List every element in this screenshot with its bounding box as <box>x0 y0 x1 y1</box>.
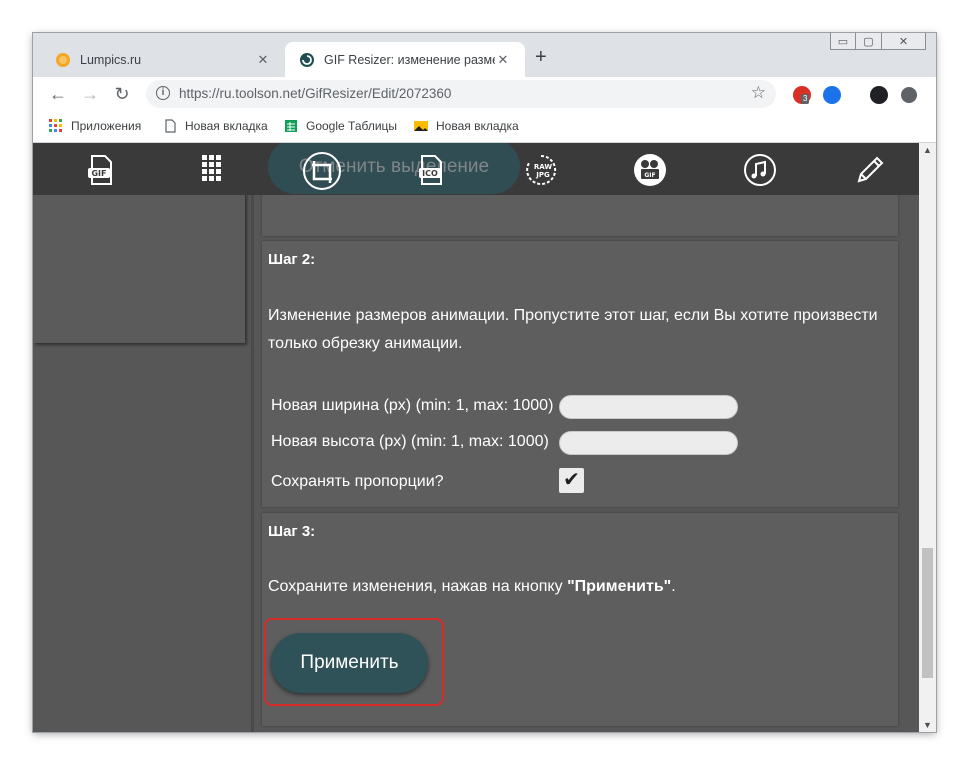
crop-icon[interactable] <box>302 151 342 191</box>
raw-jpg-icon[interactable]: RAWJPG <box>524 153 558 187</box>
frames-grid-icon[interactable] <box>193 153 227 187</box>
scrollbar-thumb[interactable] <box>922 548 933 678</box>
tab-lumpics[interactable]: Lumpics.ru ✕ <box>41 42 285 77</box>
svg-text:GIF: GIF <box>644 172 655 179</box>
bookmark-label: Новая вкладка <box>185 119 268 133</box>
keep-ratio-label: Сохранять пропорции? <box>271 473 444 490</box>
step3-description: Сохраните изменения, нажав на кнопку "Пр… <box>268 578 676 596</box>
video-gif-icon[interactable]: GIF <box>633 153 667 187</box>
avatar[interactable] <box>870 86 888 104</box>
step3-desc-bold: "Применить" <box>567 578 672 595</box>
url-text[interactable]: https://ru.toolson.net/GifResizer/Edit/2… <box>179 86 451 101</box>
image-icon <box>414 121 428 131</box>
browser-toolbar: ← → ↻ i https://ru.toolson.net/GifResize… <box>33 77 936 111</box>
update-arrow-icon[interactable] <box>901 87 917 103</box>
minimize-button[interactable]: ▭ <box>830 33 856 50</box>
step3-section: Шаг 3: Сохраните изменения, нажав на кно… <box>262 513 898 726</box>
sheets-icon <box>285 120 297 132</box>
keep-ratio-checkbox[interactable]: ✔ <box>559 468 584 493</box>
maximize-button[interactable]: ▢ <box>856 33 882 50</box>
tab-close-icon[interactable]: ✕ <box>255 52 271 68</box>
scroll-up-arrow-icon[interactable]: ▲ <box>919 145 936 155</box>
tools-toolbar: Отменить выделение GIF ICO RAW JPG GIF <box>33 143 919 195</box>
info-icon[interactable]: i <box>156 86 170 100</box>
music-icon[interactable] <box>743 153 777 187</box>
width-label: Новая ширина (px) (min: 1, max: 1000) <box>271 397 554 414</box>
apply-button[interactable]: Применить <box>271 633 428 693</box>
step3-heading: Шаг 3: <box>268 523 316 540</box>
height-label: Новая высота (px) (min: 1, max: 1000) <box>271 433 549 450</box>
checkmark-icon: ✔ <box>563 469 580 491</box>
forward-arrow-icon[interactable]: → <box>79 83 101 105</box>
back-arrow-icon[interactable]: ← <box>47 83 69 105</box>
svg-text:GIF: GIF <box>91 169 106 178</box>
gif-icon[interactable]: GIF <box>84 153 118 187</box>
height-input[interactable] <box>559 431 738 455</box>
bookmark-new-tab[interactable]: Новая вкладка <box>163 119 268 133</box>
close-window-button[interactable]: ✕ <box>882 33 926 50</box>
scroll-down-arrow-icon[interactable]: ▼ <box>919 720 936 730</box>
svg-text:RAW: RAW <box>534 163 552 171</box>
reload-icon[interactable]: ↻ <box>111 83 133 105</box>
bookmark-label: Приложения <box>71 119 142 133</box>
tab-strip: Lumpics.ru ✕ GIF Resizer: изменение разм… <box>33 33 936 77</box>
step2-description-line1: Изменение размеров анимации. Пропустите … <box>268 307 878 324</box>
pencil-icon[interactable] <box>853 153 887 187</box>
step3-desc-text: Сохраните изменения, нажав на кнопку <box>268 578 568 595</box>
scrollbar[interactable]: ▲ ▼ <box>919 143 936 732</box>
bookmark-star-icon[interactable]: ☆ <box>751 83 766 103</box>
apps-grid-icon <box>49 119 62 132</box>
divider <box>251 143 254 732</box>
step2-section: Шаг 2: Изменение размеров анимации. Проп… <box>262 241 898 507</box>
apply-highlight: Применить <box>264 618 444 706</box>
extension-badge: 3 <box>801 94 810 104</box>
ico-icon[interactable]: ICO <box>414 153 448 187</box>
bookmark-new-tab-2[interactable]: Новая вкладка <box>414 119 519 133</box>
tab-close-icon[interactable]: ✕ <box>495 52 511 68</box>
width-input[interactable] <box>559 395 738 419</box>
bookmark-google-sheets[interactable]: Google Таблицы <box>284 119 397 133</box>
page-content: Отменить выделение GIF ICO RAW JPG GIF Ша… <box>33 143 919 732</box>
tab-title: GIF Resizer: изменение размера <box>324 52 495 67</box>
opera-extension-icon[interactable]: 3 <box>793 86 811 104</box>
globe-extension-icon[interactable] <box>823 86 841 104</box>
bookmark-label: Новая вкладка <box>436 119 519 133</box>
browser-window: Lumpics.ru ✕ GIF Resizer: изменение разм… <box>33 33 936 732</box>
window-controls: ▭ ▢ ✕ <box>830 33 926 51</box>
address-bar[interactable]: i https://ru.toolson.net/GifResizer/Edit… <box>146 80 776 108</box>
orange-favicon-icon <box>56 52 70 67</box>
svg-text:ICO: ICO <box>422 169 438 178</box>
bookmark-apps[interactable]: Приложения <box>49 119 141 133</box>
bookmark-label: Google Таблицы <box>306 119 398 133</box>
svg-text:JPG: JPG <box>535 171 550 179</box>
bookmarks-bar: Приложения Новая вкладка Google Таблицы … <box>33 111 936 143</box>
step3-desc-suffix: . <box>671 578 676 595</box>
new-tab-button[interactable]: + <box>535 47 547 67</box>
spiral-favicon-icon <box>300 52 314 67</box>
page-icon <box>165 119 176 133</box>
tab-title: Lumpics.ru <box>80 52 142 67</box>
step2-heading: Шаг 2: <box>268 251 316 268</box>
step2-description-line2: только обрезку анимации. <box>268 335 463 352</box>
tab-gif-resizer[interactable]: GIF Resizer: изменение размера ✕ <box>285 42 525 77</box>
